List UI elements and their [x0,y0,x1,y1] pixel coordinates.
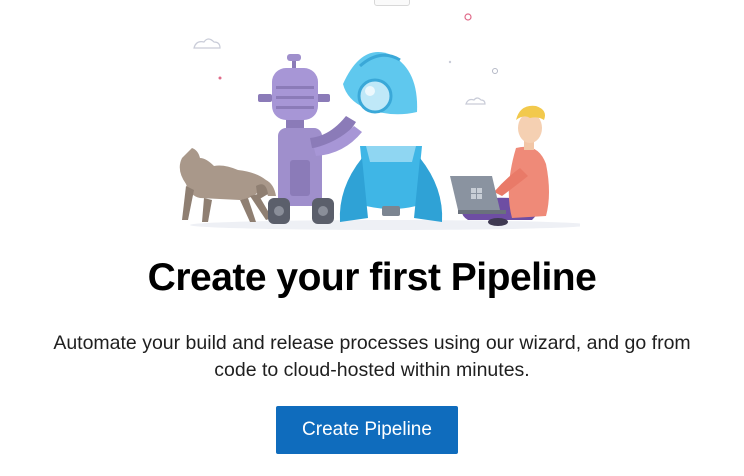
create-pipeline-button[interactable]: Create Pipeline [276,406,458,454]
description-line-2: code to cloud-hosted within minutes. [214,359,530,381]
dog-illustration [179,148,276,222]
pipeline-hero-illustration [179,13,580,230]
page-title: Create your first Pipeline [147,256,597,299]
description-line-1: Automate your build and release processe… [53,332,691,354]
top-tab-edge [374,0,410,6]
person-with-laptop-illustration [450,105,549,226]
ground-shadow [190,220,580,230]
cloud-icon [193,38,221,49]
empty-state-description: Automate your build and release processe… [0,330,744,384]
cloud-icon [465,97,486,105]
